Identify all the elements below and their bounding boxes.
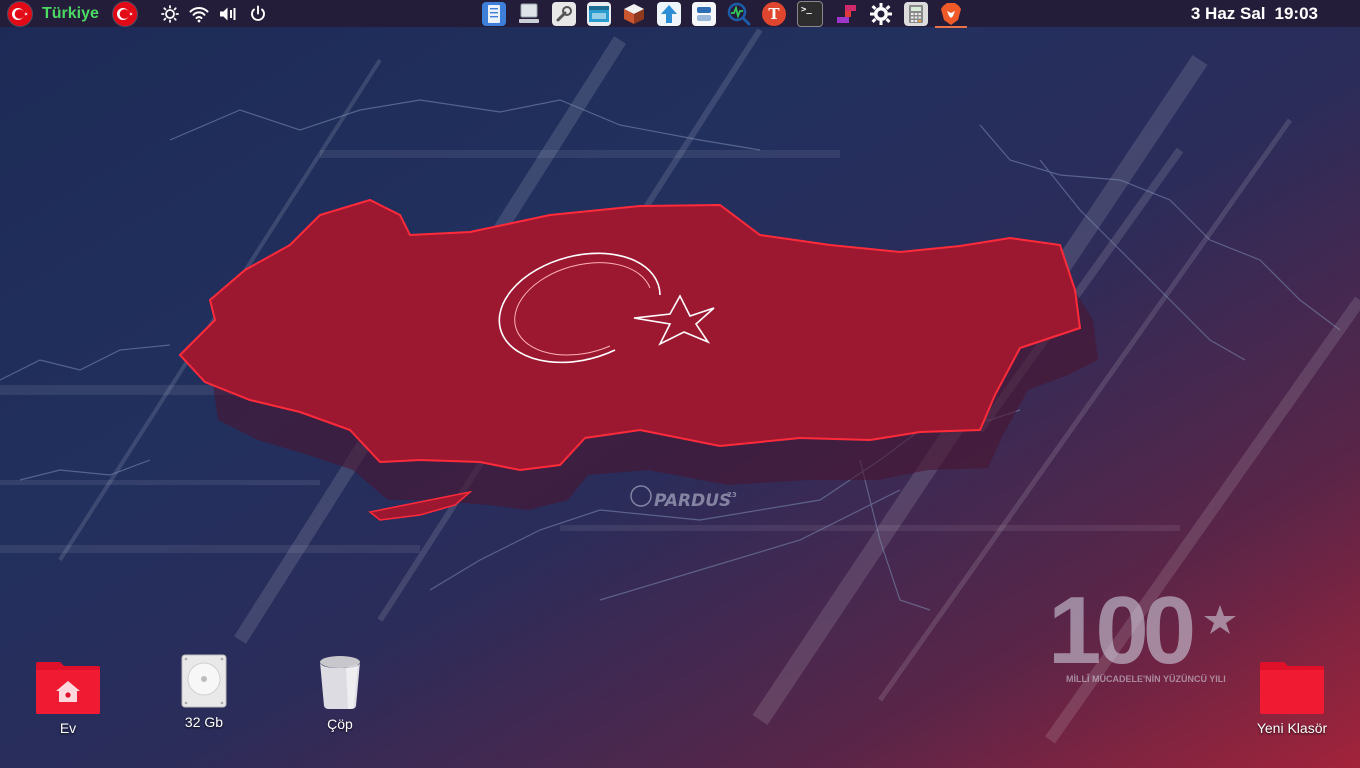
top-panel: Türkiye T >_ 3 Haz Sal 19:03 [0,0,1360,28]
centennial-emblem: 100 MİLLÎ MÜCADELE'NİN YÜZÜNCÜ YILI [1048,577,1236,684]
updater-app-icon[interactable] [657,1,681,26]
clock[interactable]: 3 Haz Sal 19:03 [1191,0,1318,27]
control-app-icon[interactable] [692,1,716,26]
svg-text:100: 100 [1048,577,1193,684]
system-tray [161,4,267,23]
desktop-icon-label: Çöp [327,716,353,732]
power-icon[interactable] [249,5,267,23]
computer-app-icon[interactable] [517,2,541,26]
keyboard-layout-flag-icon[interactable] [112,1,137,26]
turkish-flag-icon[interactable] [8,1,32,26]
app-launcher: T >_ [482,0,967,28]
terminal-app-icon[interactable]: >_ [797,0,823,27]
brightness-icon[interactable] [161,4,179,23]
calculator-app-icon[interactable] [904,1,928,26]
svg-text:MİLLÎ MÜCADELE'NİN YÜZÜNCÜ YIL: MİLLÎ MÜCADELE'NİN YÜZÜNCÜ YILI [1066,673,1226,684]
system-monitor-app-icon[interactable] [727,2,751,26]
settings-tool-app-icon[interactable] [552,1,576,26]
hard-drive-icon[interactable] [181,654,227,708]
brave-browser-app-icon[interactable] [935,2,967,28]
svg-text:PARDUS: PARDUS [654,491,731,511]
pardus-logo: PARDUS 23 [630,485,737,511]
folder-icon[interactable] [1260,662,1324,714]
time-label: 19:03 [1274,3,1318,23]
svg-text:23: 23 [727,491,737,499]
window-app-icon[interactable] [587,1,611,26]
package-installer-app-icon[interactable] [622,2,646,26]
trash-icon[interactable] [318,654,362,710]
font-app-icon[interactable]: T [762,1,786,26]
desktop-icon-home[interactable]: Ev [13,662,123,736]
tetris-app-icon[interactable] [834,2,858,26]
wifi-icon[interactable] [189,5,209,23]
home-folder-icon[interactable] [36,662,100,714]
desktop-icon-label: Yeni Klasör [1256,720,1328,736]
date-label: 3 Haz Sal [1190,3,1266,23]
file-manager-app-icon[interactable] [482,1,506,26]
gear-app-icon[interactable] [869,2,893,26]
country-label[interactable]: Türkiye [42,5,99,23]
desktop-icon-label: 32 Gb [184,714,224,730]
desktop-icon-trash[interactable]: Çöp [285,654,395,732]
desktop-icon-drive[interactable]: 32 Gb [149,654,259,730]
desktop-icon-label: Ev [59,720,77,736]
desktop-icon-new-folder[interactable]: Yeni Klasör [1237,662,1347,736]
volume-icon[interactable] [219,5,239,23]
